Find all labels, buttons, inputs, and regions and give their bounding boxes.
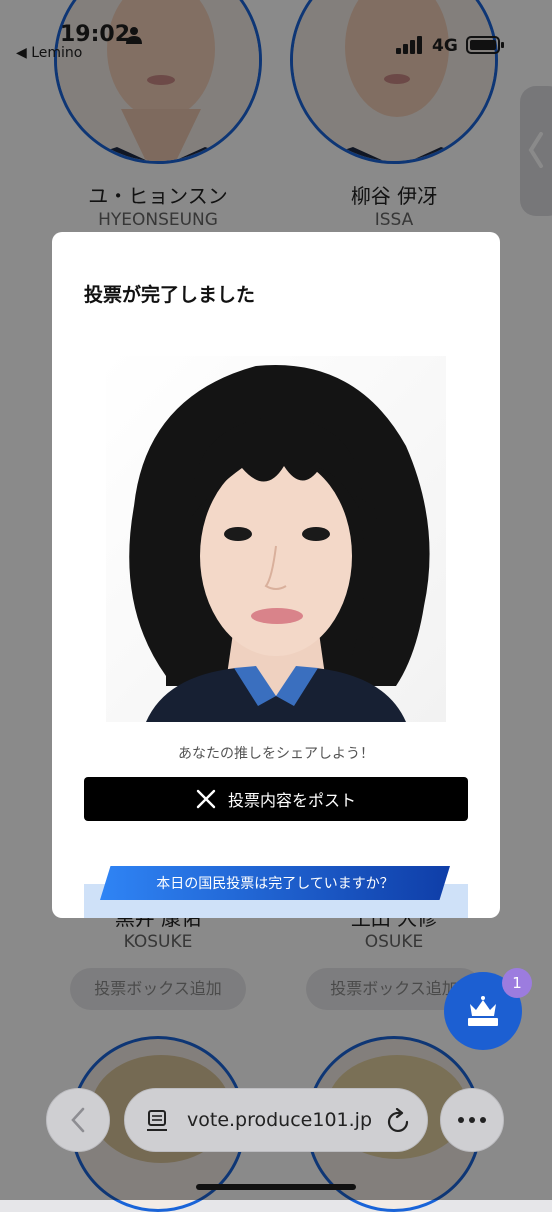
person-icon [126,27,142,44]
chevron-left-icon [71,1107,85,1133]
x-logo-icon [196,789,216,809]
more-options-button[interactable] [440,1088,504,1152]
reload-icon[interactable] [387,1108,411,1134]
vote-complete-modal: 投票が完了しました あなたの推しをシェアしよう！ 投票内容をポスト 本日の国民投… [52,232,500,918]
address-bar[interactable]: vote.produce101.jp [124,1088,428,1152]
modal-title: 投票が完了しました [84,284,256,306]
battery-icon [466,36,504,54]
status-time: 19:02 [60,22,131,47]
post-to-x-button[interactable]: 投票内容をポスト [84,777,468,821]
notification-badge: 1 [502,968,532,998]
ballot-box-crown-icon [468,996,498,1026]
network-type: 4G [432,36,458,56]
more-icon [458,1117,486,1123]
share-prompt: あなたの推しをシェアしよう！ [178,746,374,762]
trainee-photo [106,356,446,722]
browser-back-button[interactable] [46,1088,110,1152]
post-button-label: 投票内容をポスト [227,793,356,810]
url-text: vote.produce101.jp [187,1109,373,1131]
status-bar: 19:02 ◀ Lemino 4G [0,0,552,70]
cellular-signal-icon [396,36,422,54]
daily-vote-banner[interactable]: 本日の国民投票は完了していますか？ [100,866,450,900]
home-indicator [196,1184,356,1190]
reader-mode-icon [147,1110,167,1131]
back-to-app-link[interactable]: ◀ Lemino [16,45,82,61]
